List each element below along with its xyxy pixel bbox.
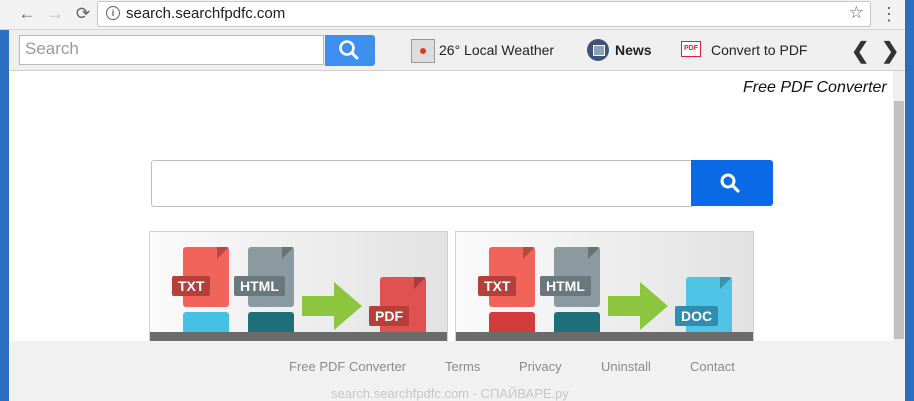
watermark: search.searchfpdfc.com - СПАЙВАРЕ.ру	[331, 386, 569, 401]
footer-link-uninstall[interactable]: Uninstall	[601, 359, 651, 374]
url-text[interactable]: search.searchfpdfc.com	[126, 5, 285, 22]
back-icon[interactable]: ←	[16, 3, 38, 25]
browser-bar: ← → ⟳ i search.searchfpdfc.com ☆ ⋮	[0, 0, 905, 30]
scrollbar-thumb[interactable]	[894, 101, 904, 339]
doc-converter-card[interactable]: TXT HTML DOC	[455, 231, 754, 343]
txt-label: TXT	[478, 276, 517, 296]
footer-link-privacy[interactable]: Privacy	[519, 359, 562, 374]
footer: Free PDF Converter Terms Privacy Uninsta…	[9, 341, 905, 401]
bookmark-star-icon[interactable]: ☆	[849, 3, 864, 23]
desktop-edge	[905, 0, 914, 401]
txt-label: TXT	[172, 276, 211, 296]
address-bar[interactable]: i search.searchfpdfc.com ☆	[97, 1, 871, 27]
scrollbar[interactable]	[893, 71, 905, 341]
pdf-icon[interactable]: PDF	[681, 41, 701, 57]
chevron-right-icon[interactable]: ❯	[881, 38, 899, 64]
main-search-input[interactable]	[151, 160, 692, 207]
doc-label: DOC	[675, 306, 719, 326]
pdf-converter-card[interactable]: TXT HTML PDF	[149, 231, 448, 343]
footer-link-free-pdf-converter[interactable]: Free PDF Converter	[289, 359, 406, 374]
html-label: HTML	[234, 276, 285, 296]
footer-link-contact[interactable]: Contact	[690, 359, 735, 374]
news-icon[interactable]	[587, 39, 609, 61]
convert-to-pdf-link[interactable]: Convert to PDF	[711, 42, 807, 58]
toolbar-search-input[interactable]	[20, 36, 320, 62]
browser-menu-icon[interactable]: ⋮	[880, 3, 898, 25]
news-link[interactable]: News	[615, 42, 652, 58]
toolbar-search-field[interactable]	[19, 35, 324, 65]
forward-icon[interactable]: →	[44, 3, 66, 25]
page-title: Free PDF Converter	[743, 79, 887, 96]
html-label: HTML	[540, 276, 591, 296]
search-icon	[720, 173, 740, 193]
weather-icon[interactable]	[411, 39, 435, 63]
extension-toolbar: 26° Local Weather News PDF Convert to PD…	[9, 30, 905, 71]
arrow-right-icon	[302, 282, 362, 330]
search-icon	[339, 40, 359, 60]
footer-link-terms[interactable]: Terms	[445, 359, 480, 374]
main-search-button[interactable]	[691, 160, 773, 206]
info-icon[interactable]: i	[106, 6, 120, 20]
weather-label[interactable]: 26° Local Weather	[439, 42, 554, 58]
chevron-left-icon[interactable]: ❮	[851, 38, 869, 64]
reload-icon[interactable]: ⟳	[72, 3, 94, 25]
pdf-label: PDF	[369, 306, 409, 326]
arrow-right-icon	[608, 282, 668, 330]
toolbar-search-button[interactable]	[325, 35, 375, 66]
